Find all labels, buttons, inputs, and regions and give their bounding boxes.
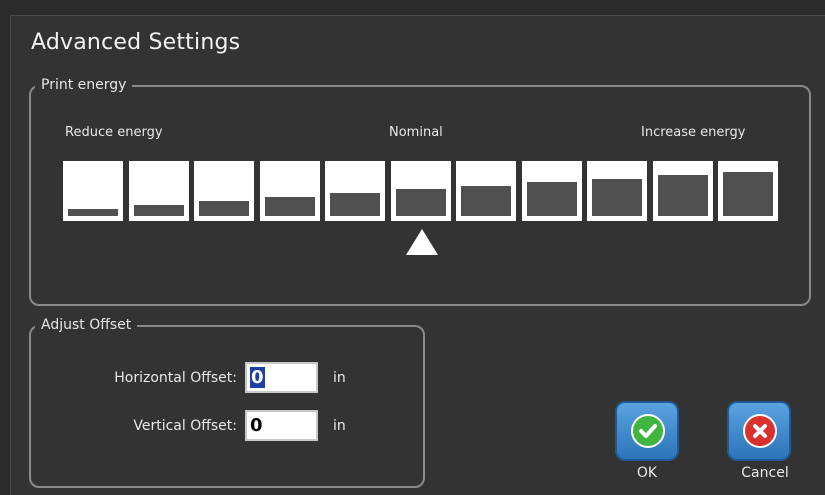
nominal-label: Nominal — [389, 125, 443, 140]
energy-level-fill — [396, 189, 446, 216]
ok-button[interactable] — [615, 401, 679, 461]
energy-level-7[interactable] — [456, 161, 516, 221]
energy-level-6[interactable] — [391, 161, 451, 221]
energy-level-5[interactable] — [325, 161, 385, 221]
cancel-button[interactable] — [727, 401, 791, 461]
energy-level-fill — [265, 197, 315, 216]
vertical-offset-unit: in — [333, 418, 346, 434]
horizontal-offset-unit: in — [333, 370, 346, 386]
advanced-settings-dialog: Advanced Settings Print energy Reduce en… — [10, 15, 825, 495]
energy-level-fill — [330, 193, 380, 216]
energy-level-fill — [461, 186, 511, 216]
energy-level-4[interactable] — [260, 161, 320, 221]
energy-level-fill — [658, 175, 708, 216]
x-icon — [743, 414, 777, 448]
energy-level-8[interactable] — [522, 161, 582, 221]
energy-level-3[interactable] — [194, 161, 254, 221]
energy-level-fill — [592, 179, 642, 216]
energy-level-1[interactable] — [63, 161, 123, 221]
dialog-title: Advanced Settings — [31, 30, 241, 55]
vertical-offset-label: Vertical Offset: — [133, 418, 237, 434]
energy-level-10[interactable] — [653, 161, 713, 221]
energy-level-fill — [527, 182, 577, 216]
selected-level-marker-icon — [406, 229, 438, 255]
reduce-energy-label: Reduce energy — [65, 125, 163, 140]
vertical-offset-field[interactable]: 0 — [245, 410, 318, 441]
energy-level-fill — [723, 172, 773, 216]
adjust-offset-group-label: Adjust Offset — [35, 317, 138, 333]
ok-button-label: OK — [636, 465, 658, 481]
horizontal-offset-field[interactable]: 0 — [245, 362, 318, 393]
energy-level-fill — [134, 205, 184, 216]
check-icon — [631, 414, 665, 448]
print-energy-group: Print energy Reduce energy Nominal Incre… — [29, 77, 811, 306]
increase-energy-label: Increase energy — [641, 125, 746, 140]
print-energy-group-label: Print energy — [35, 77, 133, 93]
horizontal-offset-label: Horizontal Offset: — [114, 370, 237, 386]
adjust-offset-group: Adjust Offset Horizontal Offset: 0 in Ve… — [29, 317, 425, 488]
energy-level-selector — [63, 161, 779, 223]
energy-level-fill — [68, 209, 118, 216]
cancel-button-label: Cancel — [741, 465, 789, 481]
energy-level-2[interactable] — [129, 161, 189, 221]
vertical-offset-value: 0 — [250, 415, 263, 436]
energy-level-11[interactable] — [718, 161, 778, 221]
energy-level-fill — [199, 201, 249, 216]
energy-level-9[interactable] — [587, 161, 647, 221]
horizontal-offset-value: 0 — [250, 367, 265, 388]
